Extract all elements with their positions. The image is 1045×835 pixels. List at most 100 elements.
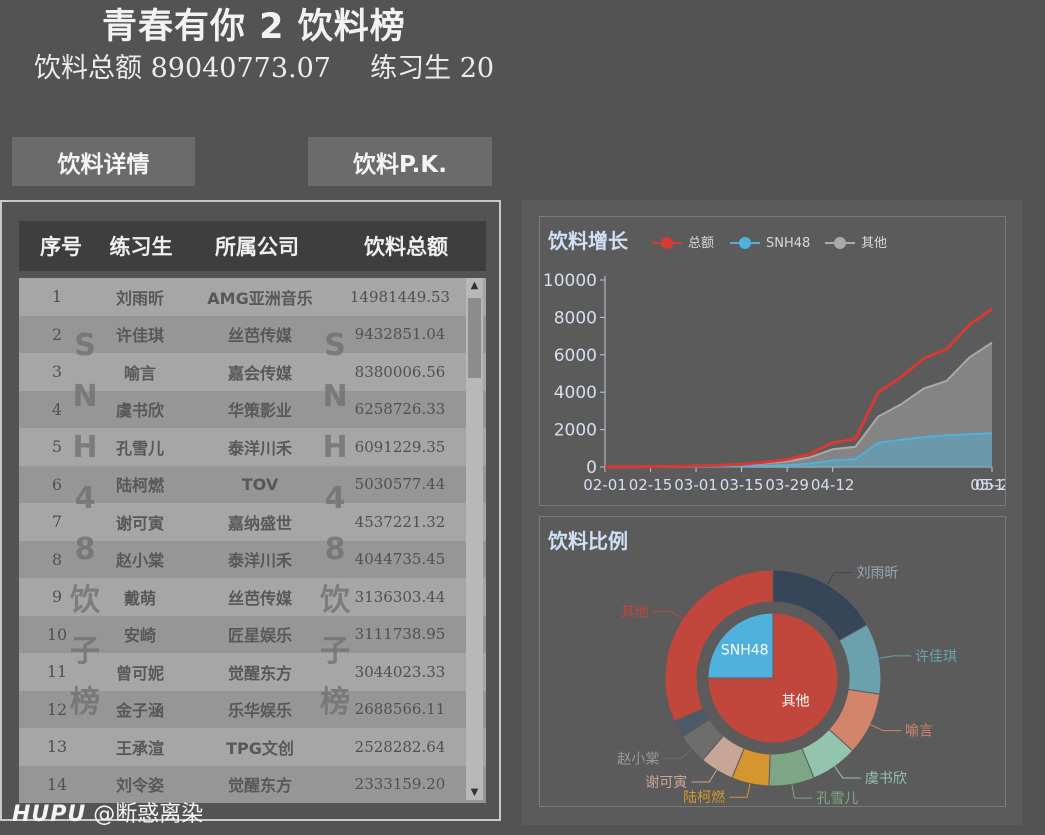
outer-slice-label: 孔雪儿 bbox=[816, 791, 858, 806]
cell-trainee: 虞书欣 bbox=[115, 401, 164, 421]
cell-amount: 8380006.56 bbox=[354, 362, 446, 381]
table-scrollbar[interactable]: ▲ ▼ bbox=[466, 278, 483, 800]
cell-amount: 6091229.35 bbox=[354, 437, 446, 456]
table-row[interactable]: 13 王承渲 TPG文创 2528282.64 bbox=[19, 728, 486, 766]
cell-amount: 3136303.44 bbox=[354, 587, 446, 606]
watermark-char: 子 bbox=[70, 634, 100, 669]
scroll-up-icon[interactable]: ▲ bbox=[466, 280, 483, 291]
slice-label-line bbox=[826, 572, 853, 585]
watermark-char: H bbox=[72, 430, 98, 465]
cell-trainee: 许佳琪 bbox=[115, 326, 164, 346]
ratio-chart: 饮料比例 其他 SNH48 刘雨昕 许佳琪 喻言 虞书欣 孔雪儿 陆柯燃 谢可寅 赵小棠 其他 bbox=[539, 516, 1006, 807]
watermark-char: 8 bbox=[74, 532, 96, 567]
cell-company: 觉醒东方 bbox=[227, 663, 292, 683]
scroll-thumb[interactable] bbox=[468, 298, 481, 378]
cell-rank: 13 bbox=[46, 737, 68, 757]
legend-label: 总额 bbox=[688, 236, 714, 251]
cell-amount: 6258726.33 bbox=[354, 400, 446, 419]
cell-amount: 9432851.04 bbox=[354, 325, 446, 344]
watermark-char: 饮 bbox=[70, 583, 100, 618]
watermark-char: H bbox=[322, 430, 348, 465]
cell-trainee: 王承渲 bbox=[115, 738, 164, 758]
watermark-char: 榜 bbox=[70, 685, 100, 720]
watermark-char: 4 bbox=[74, 481, 96, 516]
legend-label: 其他 bbox=[861, 236, 887, 251]
footer-author: @断惑离染 bbox=[93, 802, 204, 827]
watermark-right: SNH 4 8 饮子榜 bbox=[320, 320, 350, 728]
cell-trainee: 喻言 bbox=[123, 363, 156, 383]
cell-amount: 5030577.44 bbox=[354, 475, 446, 494]
ratio-chart-svg: 其他 SNH48 刘雨昕许佳琪喻言虞书欣孔雪儿 陆柯燃谢可寅 赵小棠 其他 bbox=[617, 566, 957, 806]
cell-rank: 1 bbox=[51, 287, 63, 307]
inner-slice-label: 其他 bbox=[782, 694, 810, 710]
y-tick-label: 2000 bbox=[554, 421, 597, 441]
tab-drink-details[interactable]: 饮料详情 bbox=[12, 137, 195, 186]
tab-drink-pk[interactable]: 饮料P.K. bbox=[308, 137, 492, 186]
table-header: 序号 练习生 所属公司 饮料总额 bbox=[19, 221, 486, 271]
cell-trainee: 戴萌 bbox=[123, 588, 156, 608]
cell-trainee: 曾可妮 bbox=[115, 663, 164, 683]
legend-item[interactable]: 其他 bbox=[825, 236, 887, 251]
cell-company: 泰洋川禾 bbox=[227, 551, 292, 571]
inner-slice-label: SNH48 bbox=[721, 643, 769, 659]
slice-label-line bbox=[834, 766, 861, 779]
legend-item[interactable]: 总额 bbox=[652, 236, 714, 251]
slice-label-line bbox=[870, 724, 902, 732]
x-tick-label: 05-2 bbox=[975, 476, 1005, 494]
watermark-char: N bbox=[72, 379, 98, 414]
cell-company: 泰洋川禾 bbox=[227, 438, 292, 458]
chart-panel: 饮料增长 总额 SNH48 其他 0 2000 4000 6000 8000 10000 02-0… bbox=[522, 200, 1022, 825]
trainee-value: 20 bbox=[459, 53, 495, 84]
legend-marker bbox=[834, 237, 846, 249]
total-label: 饮料总额 bbox=[34, 53, 142, 84]
outer-slice-label: 刘雨昕 bbox=[856, 566, 898, 582]
cell-amount: 3111738.95 bbox=[354, 625, 446, 644]
cell-trainee: 赵小棠 bbox=[115, 551, 164, 571]
cell-company: TPG文创 bbox=[226, 738, 294, 758]
cell-trainee: 金子涵 bbox=[115, 701, 164, 721]
outer-slice-label: 喻言 bbox=[905, 724, 933, 740]
watermark-char: 饮 bbox=[320, 583, 350, 618]
legend-item[interactable]: SNH48 bbox=[730, 236, 810, 251]
cell-company: 嘉纳盛世 bbox=[227, 513, 292, 533]
y-tick-label: 4000 bbox=[554, 383, 597, 403]
outer-slice-label: 其他 bbox=[621, 604, 649, 620]
outer-slice-label: 陆柯燃 bbox=[683, 789, 725, 806]
growth-chart-svg: 总额 SNH48 其他 0 2000 4000 6000 8000 10000 02-01 02-1… bbox=[543, 236, 1005, 494]
legend-marker bbox=[661, 237, 673, 249]
footer-brand: HUPU bbox=[12, 802, 87, 827]
summary-line: 饮料总额 89040773.07 练习生 20 bbox=[34, 46, 494, 85]
slice-label-line bbox=[791, 784, 813, 799]
cell-company: 华策影业 bbox=[227, 401, 292, 421]
y-tick-label: 6000 bbox=[554, 346, 597, 366]
watermark-char: S bbox=[74, 328, 96, 363]
cell-amount: 14981449.53 bbox=[349, 287, 451, 306]
footer-credit: HUPU @断惑离染 bbox=[12, 796, 203, 828]
x-tick-label: 03-29 bbox=[765, 476, 809, 494]
y-tick-label: 8000 bbox=[554, 308, 597, 328]
cell-trainee: 安崎 bbox=[123, 626, 156, 646]
watermark-left: SNH 4 8 饮子榜 bbox=[70, 320, 100, 728]
cell-company: 匠星娱乐 bbox=[227, 626, 292, 646]
legend-label: SNH48 bbox=[766, 236, 810, 251]
watermark-char: 8 bbox=[324, 532, 346, 567]
watermark-char: N bbox=[322, 379, 348, 414]
x-tick-label: 04-12 bbox=[811, 476, 855, 494]
x-tick-label: 02-01 bbox=[583, 476, 627, 494]
table-row[interactable]: 1 刘雨昕 AMG亚洲音乐 14981449.53 bbox=[19, 278, 486, 316]
slice-label-line bbox=[691, 769, 717, 783]
outer-slice-label: 赵小棠 bbox=[617, 751, 659, 767]
watermark-char: 子 bbox=[320, 634, 350, 669]
watermark-char: S bbox=[324, 328, 346, 363]
header-company: 所属公司 bbox=[215, 235, 299, 259]
cell-amount: 4044735.45 bbox=[354, 550, 446, 569]
cell-company: 觉醒东方 bbox=[227, 776, 292, 796]
cell-company: 丝芭传媒 bbox=[227, 326, 292, 346]
cell-company: TOV bbox=[241, 474, 279, 494]
cell-amount: 2528282.64 bbox=[354, 737, 446, 756]
cell-trainee: 刘令姿 bbox=[115, 776, 164, 796]
total-value: 89040773.07 bbox=[150, 53, 331, 84]
slice-label-line bbox=[729, 783, 751, 798]
slice-label-line bbox=[652, 610, 683, 620]
scroll-down-icon[interactable]: ▼ bbox=[466, 787, 483, 798]
